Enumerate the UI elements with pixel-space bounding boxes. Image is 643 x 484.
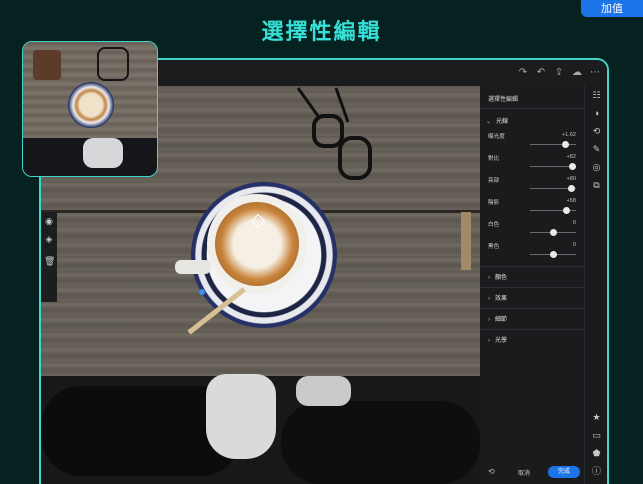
thumb-coffee [68,82,114,128]
slider-knob[interactable] [568,163,576,170]
star-icon[interactable]: ★ [591,412,602,423]
done-button[interactable]: 完成 [548,466,580,478]
slider-label: 曝光度 [488,134,505,140]
cloud-sync-icon[interactable]: ☁ [571,67,583,79]
mask-tools: ◉ ◈ 🗑 [41,212,57,302]
slider-knob[interactable] [550,251,557,258]
slider-label: 白色 [488,222,500,228]
right-rail: ☷ ◑ ⟲ ✎ ◎ ⧉ ★ ▭ ⬟ ⓘ [584,86,607,484]
divider [480,266,584,267]
presets-icon[interactable]: ⧉ [591,180,602,191]
slider-value: +58 [566,198,577,204]
slider-label: 陰影 [488,200,500,206]
eyeglasses [296,87,372,180]
tag-icon[interactable]: ⬟ [591,448,602,459]
clip [461,212,471,270]
chevron-down-icon: ⌄ [486,119,492,125]
divider [480,108,584,109]
section-header[interactable]: › 效果 [488,293,507,302]
reset-icon[interactable]: ⟲ [488,467,495,476]
slider-knob[interactable] [550,229,557,236]
sliders-icon[interactable]: ☷ [591,90,602,101]
chevron-right-icon: › [488,296,490,302]
section-label: 細節 [495,317,508,323]
slider-knob[interactable] [563,207,571,214]
section-label: 效果 [495,296,508,302]
divider [480,308,584,309]
trash-icon[interactable]: 🗑 [44,256,55,266]
section-label: 顏色 [495,275,508,281]
chevron-right-icon: › [488,317,490,323]
divider [480,329,584,330]
radial-mask-icon[interactable]: ◉ [44,216,54,226]
section-light-header[interactable]: ⌄ 光線 [486,116,508,126]
panel-title: 選擇性編輯 [488,97,519,103]
shoe-right [296,376,351,406]
divider [480,287,584,288]
color-icon[interactable]: ◑ [591,108,602,119]
mask-handle[interactable] [199,289,205,295]
thumb-glasses [97,47,129,81]
brush-icon[interactable]: ✎ [591,144,602,155]
info-icon[interactable]: ⓘ [591,466,602,477]
slider-value: +80 [566,176,577,182]
cup-handle [175,260,211,274]
more-icon[interactable]: ⋯ [589,67,601,79]
slider-label: 對比 [488,156,500,162]
selective-icon[interactable]: ◎ [591,162,602,173]
chevron-right-icon: › [488,275,490,281]
share-icon[interactable]: ⇪ [553,67,565,79]
section-header[interactable]: › 光學 [488,335,507,344]
chevron-right-icon: › [488,338,490,344]
comment-icon[interactable]: ▭ [591,430,602,441]
shoe-left [206,374,276,459]
thumb-shoe [83,138,123,168]
slider-value: +1.62 [561,132,576,138]
slider-label: 亮部 [488,178,500,184]
leg-right [281,401,480,484]
slider-label: 黑色 [488,244,500,250]
undo-icon[interactable]: ↶ [535,67,547,79]
redo-icon[interactable]: ↷ [517,67,529,79]
thumb-plant [33,50,61,80]
section-label: 光學 [495,338,508,344]
adjust-panel: 選擇性編輯 ⌄ 光線 曝光度 +1.62 對比 +82 亮部 +80 陰影 +58 白色 0 黑色 0 … [480,86,584,484]
slider-value: +82 [566,154,577,160]
bottom-bar: ⟲ 取消 完成 [480,461,584,484]
slider-knob[interactable] [568,185,576,192]
section-header[interactable]: › 細節 [488,314,507,323]
before-thumbnail [22,41,158,177]
linear-mask-icon[interactable]: ◈ [44,234,54,244]
slider-value: 0 [572,220,576,226]
slider-track[interactable] [530,144,576,145]
section-light-label: 光線 [496,119,509,125]
crop-icon[interactable]: ⟲ [591,126,602,137]
slider-knob[interactable] [562,141,570,148]
section-header[interactable]: › 顏色 [488,272,507,281]
premium-badge: 加值 [581,0,643,17]
cancel-button[interactable]: 取消 [518,468,530,477]
slider-value: 0 [572,242,576,248]
